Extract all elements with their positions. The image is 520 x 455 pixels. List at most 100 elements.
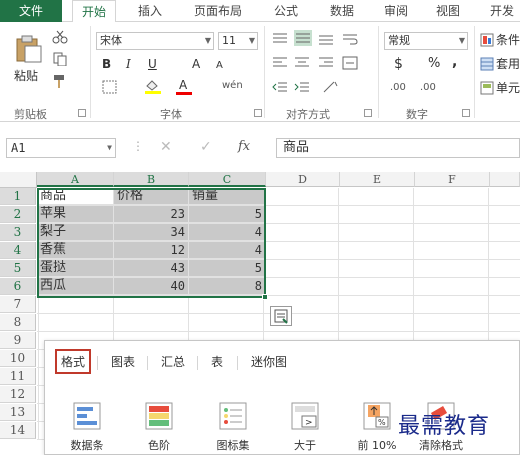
- tab-home[interactable]: 开始: [72, 0, 116, 23]
- conditional-format-icon: [480, 33, 494, 47]
- chevron-down-icon: ▼: [458, 36, 465, 45]
- grow-font-button[interactable]: A: [192, 56, 200, 72]
- qa-tab-tables[interactable]: 表: [211, 353, 223, 370]
- row-header[interactable]: 13: [0, 404, 36, 421]
- shrink-font-button[interactable]: A: [216, 58, 223, 74]
- bold-button[interactable]: B: [102, 56, 111, 72]
- paste-button[interactable]: 粘贴: [10, 32, 46, 92]
- increase-indent-icon[interactable]: [294, 80, 310, 94]
- italic-button[interactable]: I: [126, 56, 131, 72]
- qa-color-scale-label: 色阶: [148, 439, 170, 452]
- merge-center-icon[interactable]: [342, 56, 358, 70]
- file-tab[interactable]: 文件: [0, 0, 62, 22]
- name-box-value: A1: [11, 141, 26, 155]
- format-painter-icon[interactable]: [52, 74, 68, 88]
- decrease-indent-icon[interactable]: [272, 80, 288, 94]
- row-header[interactable]: 10: [0, 350, 36, 367]
- tab-data[interactable]: 数据: [322, 0, 362, 22]
- orientation-icon[interactable]: [322, 80, 340, 94]
- align-top-icon[interactable]: [272, 32, 288, 46]
- insert-function-button[interactable]: fx: [238, 139, 250, 154]
- ribbon-tab-bar: 文件 开始 插入 页面布局 公式 数据 审阅 视图 开发: [0, 0, 520, 23]
- cell-styles-button[interactable]: 单元: [480, 80, 520, 98]
- select-all-corner[interactable]: [0, 172, 37, 188]
- column-header-e[interactable]: E: [340, 172, 415, 187]
- font-color-button[interactable]: A: [176, 77, 192, 95]
- column-header-g[interactable]: [490, 172, 520, 187]
- row-header[interactable]: 1: [0, 188, 36, 205]
- align-bottom-icon[interactable]: [318, 32, 334, 46]
- fill-color-icon[interactable]: [144, 78, 162, 94]
- name-box[interactable]: A1 ▼: [6, 138, 116, 158]
- row-header[interactable]: 8: [0, 314, 36, 331]
- currency-button[interactable]: $: [394, 56, 403, 72]
- cancel-button[interactable]: ✕: [160, 139, 172, 155]
- row-header[interactable]: 3: [0, 224, 36, 241]
- tab-view[interactable]: 视图: [428, 0, 468, 22]
- align-center-icon[interactable]: [294, 56, 310, 70]
- align-middle-icon[interactable]: [294, 30, 312, 46]
- quick-analysis-button[interactable]: [270, 306, 292, 326]
- align-right-icon[interactable]: [318, 56, 334, 70]
- group-alignment-label: 对齐方式: [286, 108, 330, 121]
- copy-icon[interactable]: [52, 52, 68, 66]
- row-header[interactable]: 12: [0, 386, 36, 403]
- increase-decimal-button[interactable]: .00: [390, 80, 406, 96]
- tab-formulas[interactable]: 公式: [266, 0, 306, 22]
- group-number-label: 数字: [406, 108, 428, 121]
- qa-tab-totals[interactable]: 汇总: [161, 353, 185, 370]
- icon-set-icon: [219, 402, 247, 430]
- clipboard-launcher[interactable]: [78, 109, 86, 117]
- alignment-launcher[interactable]: [364, 109, 372, 117]
- number-format-combo[interactable]: 常规 ▼: [384, 32, 468, 50]
- borders-icon[interactable]: [102, 80, 118, 94]
- paste-label: 粘贴: [14, 69, 39, 83]
- column-header-a[interactable]: A: [37, 172, 114, 187]
- underline-button[interactable]: U: [148, 56, 157, 72]
- greater-than-glyph: >: [305, 418, 313, 428]
- comma-button[interactable]: ,: [452, 54, 457, 70]
- tab-review[interactable]: 审阅: [376, 0, 416, 22]
- row-header[interactable]: 2: [0, 206, 36, 223]
- column-header-d[interactable]: D: [266, 172, 340, 187]
- tab-developer[interactable]: 开发: [482, 0, 520, 22]
- align-left-icon[interactable]: [272, 56, 288, 70]
- cell-styles-label: 单元: [496, 81, 520, 95]
- conditional-format-button[interactable]: 条件: [480, 32, 520, 50]
- qa-tab-sparklines[interactable]: 迷你图: [251, 353, 287, 370]
- table-icon: [480, 57, 494, 71]
- decrease-decimal-button[interactable]: .00: [420, 80, 436, 96]
- format-as-table-button[interactable]: 套用: [480, 56, 520, 74]
- row-header[interactable]: 7: [0, 296, 36, 313]
- clipboard-icon: [16, 35, 42, 63]
- row-header[interactable]: 6: [0, 278, 36, 295]
- number-launcher[interactable]: [462, 109, 470, 117]
- qa-tab-charts[interactable]: 图表: [111, 353, 135, 370]
- tab-page-layout[interactable]: 页面布局: [186, 0, 250, 22]
- phonetic-button[interactable]: wén: [222, 78, 243, 94]
- column-header-b[interactable]: B: [114, 172, 189, 187]
- qa-data-bars-label: 数据条: [70, 439, 104, 452]
- column-header-f[interactable]: F: [415, 172, 490, 187]
- row-header[interactable]: 11: [0, 368, 36, 385]
- row-header[interactable]: 4: [0, 242, 36, 259]
- font-launcher[interactable]: [254, 109, 262, 117]
- cell-styles-icon: [480, 81, 494, 95]
- fill-handle[interactable]: [262, 294, 268, 300]
- tab-insert[interactable]: 插入: [130, 0, 170, 22]
- percent-button[interactable]: %: [428, 56, 440, 72]
- cut-icon[interactable]: [52, 30, 68, 44]
- row-header[interactable]: 5: [0, 260, 36, 277]
- wrap-text-icon[interactable]: [342, 32, 358, 46]
- column-header-c[interactable]: C: [189, 172, 266, 187]
- chevron-down-icon: ▼: [204, 36, 211, 45]
- qa-tab-formatting[interactable]: 格式: [55, 349, 92, 374]
- row-header[interactable]: 9: [0, 332, 36, 349]
- enter-button[interactable]: ✓: [200, 139, 212, 155]
- font-name-combo[interactable]: 宋体 ▼: [96, 32, 214, 50]
- chevron-down-icon: ▼: [107, 143, 112, 152]
- font-size-combo[interactable]: 11 ▼: [218, 32, 258, 50]
- row-header[interactable]: 14: [0, 422, 36, 439]
- formula-input[interactable]: 商品: [276, 138, 520, 158]
- group-clipboard-label: 剪贴板: [14, 108, 47, 121]
